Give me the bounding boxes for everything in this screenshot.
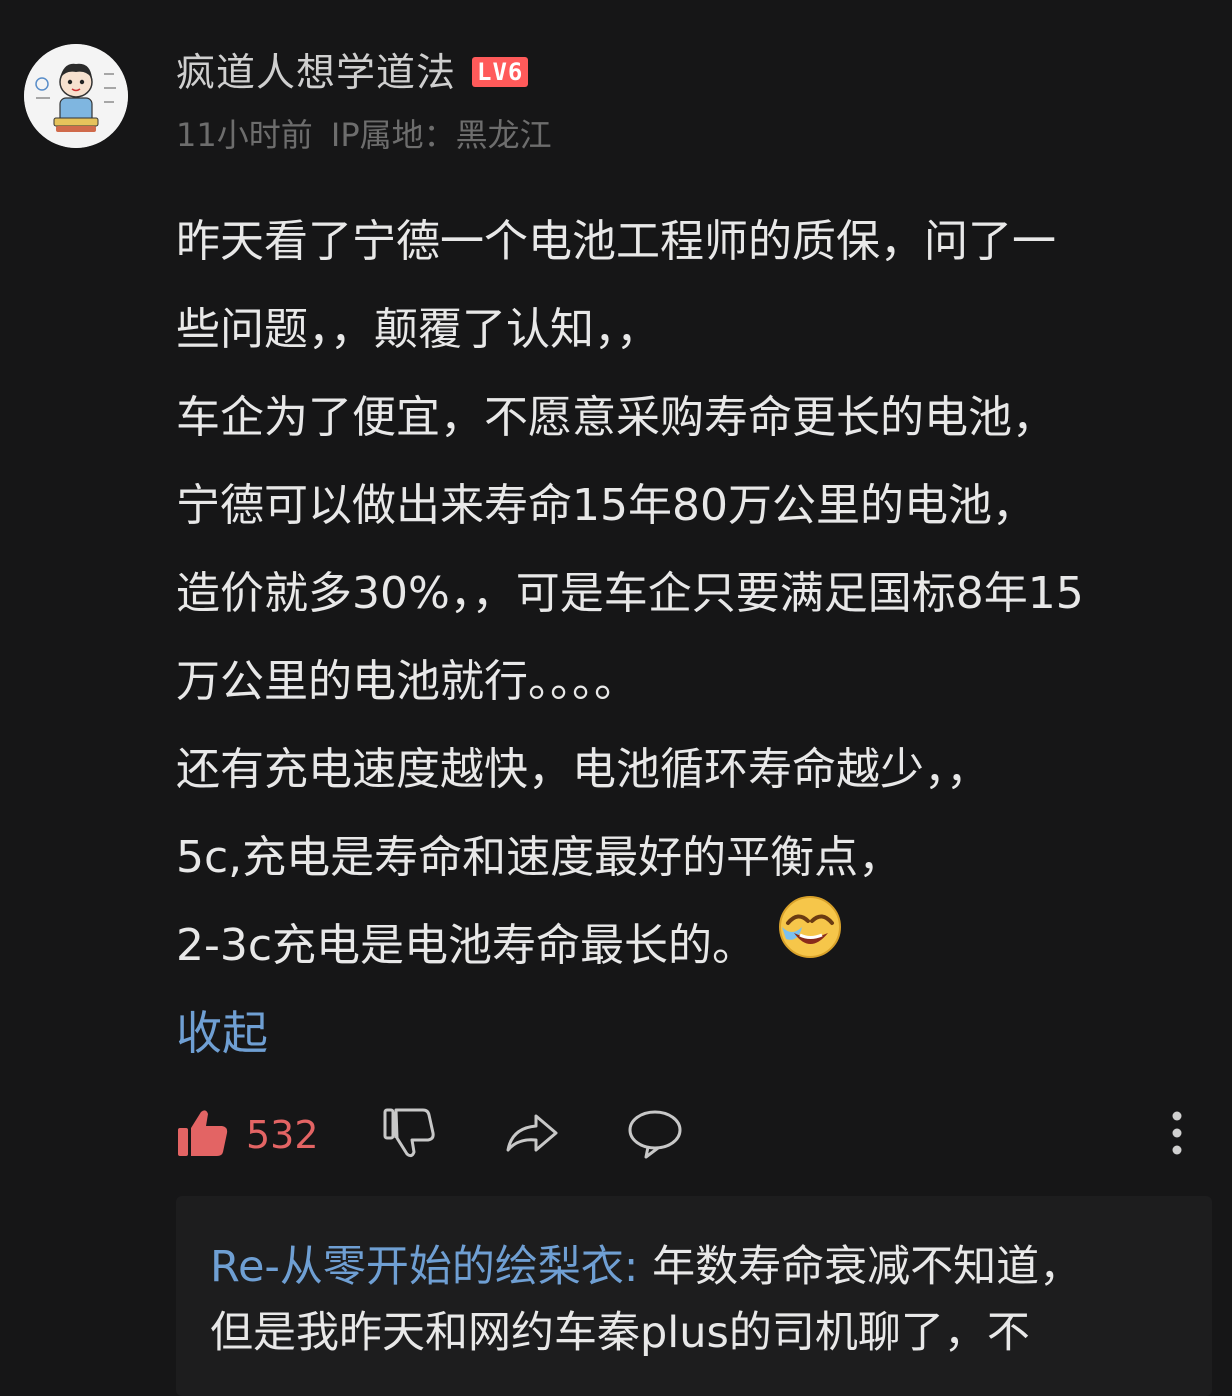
comment-body: 昨天看了宁德一个电池工程师的质保，问了一 些问题，，颠覆了认知，， 车企为了便宜… bbox=[176, 198, 1212, 990]
reply-line-2: 但是我昨天和网约车秦plus的司机聊了，不 bbox=[210, 1298, 1030, 1360]
post-time: 11小时前 bbox=[176, 116, 313, 154]
collapse-link[interactable]: 收起 bbox=[176, 998, 268, 1068]
share-button[interactable] bbox=[504, 1100, 560, 1170]
comment-meta: 11小时前 IP属地：黑龙江 bbox=[176, 110, 560, 156]
reply-line-1: Re-从零开始的绘梨衣: 年数寿命衰减不知道， bbox=[210, 1232, 1082, 1294]
more-vertical-icon bbox=[1170, 1110, 1184, 1160]
comment-line: 2-3c充电是电池寿命最长的。 bbox=[176, 920, 757, 971]
comment-line: 昨天看了宁德一个电池工程师的质保，问了一 bbox=[176, 216, 1056, 267]
comment-line: 还有充电速度越快，电池循环寿命越少，， bbox=[176, 744, 990, 795]
avatar[interactable] bbox=[24, 44, 128, 148]
reply-text: 年数寿命衰减不知道， bbox=[652, 1242, 1083, 1292]
comment-line: 造价就多30%，，可是车企只要满足国标8年15 bbox=[176, 568, 1084, 619]
reply-preview[interactable]: Re-从零开始的绘梨衣: 年数寿命衰减不知道， 但是我昨天和网约车秦plus的司… bbox=[176, 1196, 1212, 1396]
comment-bubble-icon bbox=[626, 1106, 684, 1164]
comment-line: 万公里的电池就行。。。。 bbox=[176, 656, 638, 707]
share-icon bbox=[504, 1106, 560, 1164]
comment-last-line: 2-3c充电是电池寿命最长的。 bbox=[176, 896, 1212, 990]
comment-line: 5c,充电是寿命和速度最好的平衡点， bbox=[176, 832, 903, 883]
thumbs-down-icon bbox=[382, 1106, 436, 1164]
comment-card: 疯道人想学道法 LV6 11小时前 IP属地：黑龙江 昨天看了宁德一个电池工程师… bbox=[0, 0, 1232, 1396]
reply-button[interactable] bbox=[626, 1100, 684, 1170]
like-count: 532 bbox=[246, 1113, 319, 1157]
user-name[interactable]: 疯道人想学道法 bbox=[176, 42, 456, 98]
dislike-button[interactable] bbox=[382, 1100, 436, 1170]
reply-author[interactable]: Re-从零开始的绘梨衣 bbox=[210, 1242, 624, 1292]
comment-line: 些问题，，颠覆了认知，， bbox=[176, 304, 660, 355]
more-options-button[interactable] bbox=[1170, 1100, 1184, 1170]
like-button[interactable]: 532 bbox=[176, 1100, 319, 1170]
comment-line: 宁德可以做出来寿命15年80万公里的电池， bbox=[176, 480, 1036, 531]
reply-separator: : bbox=[623, 1242, 653, 1292]
comment-line: 车企为了便宜，不愿意采购寿命更长的电池， bbox=[176, 392, 1056, 443]
reply-text: 但是我昨天和网约车秦plus的司机聊了，不 bbox=[210, 1308, 1030, 1358]
level-badge: LV6 bbox=[472, 57, 529, 87]
action-bar: 532 bbox=[176, 1100, 1212, 1170]
user-header: 疯道人想学道法 LV6 bbox=[176, 40, 529, 100]
crying-laughing-emoji-icon bbox=[776, 893, 844, 991]
thumbs-up-icon bbox=[176, 1106, 230, 1164]
ip-location: IP属地：黑龙江 bbox=[330, 116, 552, 154]
